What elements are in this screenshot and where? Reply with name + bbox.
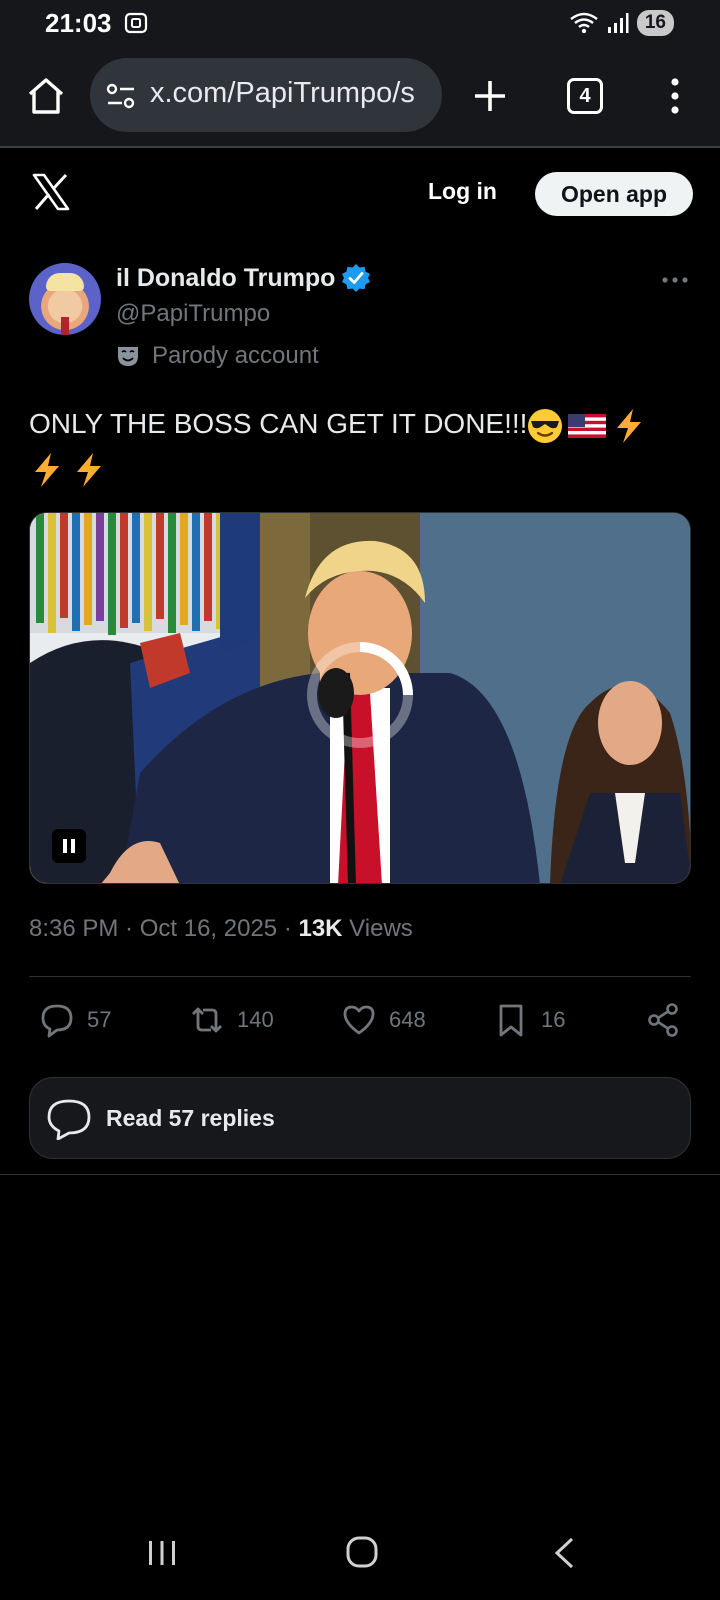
like-button[interactable]: 648 xyxy=(341,1002,426,1038)
bookmark-icon xyxy=(499,1004,523,1037)
lightning-emoji-icon xyxy=(77,452,101,487)
reply-icon xyxy=(41,1004,73,1038)
more-options-icon[interactable] xyxy=(661,276,689,284)
parody-label: Parody account xyxy=(116,342,319,370)
tweet-text-content: ONLY THE BOSS CAN GET IT DONE!!! xyxy=(29,408,528,439)
home-icon[interactable] xyxy=(26,76,66,116)
author-handle[interactable]: @PapiTrumpo xyxy=(116,300,270,328)
x-logo-icon[interactable] xyxy=(32,173,70,211)
url-text: x.com/PapiTrumpo/s xyxy=(150,77,415,109)
share-icon xyxy=(648,1003,678,1037)
status-bar: 21:03 16 xyxy=(0,0,720,48)
recents-icon[interactable] xyxy=(146,1539,178,1567)
login-button[interactable]: Log in xyxy=(428,178,497,205)
repost-icon xyxy=(192,1007,222,1033)
new-tab-icon[interactable] xyxy=(472,78,508,114)
tweet-time[interactable]: 8:36 PM xyxy=(29,915,118,942)
tweet-meta: 8:36 PM · Oct 16, 2025 · 13K Views xyxy=(29,915,413,943)
pause-icon xyxy=(63,839,75,853)
verified-badge-icon[interactable] xyxy=(341,263,371,293)
repost-count: 140 xyxy=(237,1007,274,1032)
status-time: 21:03 xyxy=(45,8,112,38)
reply-bubble-icon xyxy=(47,1099,91,1140)
open-app-button[interactable]: Open app xyxy=(535,172,693,216)
reply-button[interactable]: 57 xyxy=(39,1002,111,1038)
author-name-row: il Donaldo Trumpo xyxy=(116,263,371,293)
reply-count: 57 xyxy=(87,1007,112,1032)
back-icon[interactable] xyxy=(553,1537,575,1569)
share-button[interactable] xyxy=(645,1002,681,1038)
avatar[interactable] xyxy=(29,263,101,335)
video-frame xyxy=(30,513,690,883)
screenshot-icon xyxy=(124,12,148,34)
tweet-date[interactable]: Oct 16, 2025 xyxy=(140,915,277,942)
us-flag-emoji-icon xyxy=(568,413,607,438)
lightning-emoji-icon xyxy=(35,452,59,487)
theater-mask-icon xyxy=(118,347,138,366)
menu-icon[interactable] xyxy=(660,76,690,116)
divider xyxy=(0,1174,720,1175)
author-display-name[interactable]: il Donaldo Trumpo xyxy=(116,264,335,293)
nav-home-icon[interactable] xyxy=(345,1535,379,1569)
parody-label-text: Parody account xyxy=(152,342,319,369)
browser-toolbar: x.com/PapiTrumpo/s 4 xyxy=(0,48,720,148)
tab-switcher-button[interactable]: 4 xyxy=(567,78,603,114)
bookmark-count: 16 xyxy=(541,1007,566,1032)
lightning-emoji-icon xyxy=(617,408,642,443)
address-bar[interactable]: x.com/PapiTrumpo/s xyxy=(90,58,442,132)
heart-icon xyxy=(343,1005,375,1035)
signal-icon xyxy=(607,13,629,33)
divider xyxy=(29,976,691,977)
views-count: 13K xyxy=(298,915,343,942)
site-settings-icon[interactable] xyxy=(106,82,136,110)
pause-button[interactable] xyxy=(52,829,86,863)
meta-separator: · xyxy=(277,915,299,942)
sunglasses-emoji-icon xyxy=(528,408,563,443)
views-label: Views xyxy=(342,915,413,942)
read-replies-label: Read 57 replies xyxy=(106,1105,275,1131)
read-replies-button[interactable]: Read 57 replies xyxy=(29,1077,691,1159)
bookmark-button[interactable]: 16 xyxy=(493,1002,565,1038)
tweet-text: ONLY THE BOSS CAN GET IT DONE!!! xyxy=(29,402,679,490)
repost-button[interactable]: 140 xyxy=(189,1002,274,1038)
battery-indicator: 16 xyxy=(636,10,674,36)
meta-separator: · xyxy=(118,915,140,942)
video-player[interactable] xyxy=(29,512,691,884)
like-count: 648 xyxy=(389,1007,426,1032)
wifi-icon xyxy=(570,12,598,34)
